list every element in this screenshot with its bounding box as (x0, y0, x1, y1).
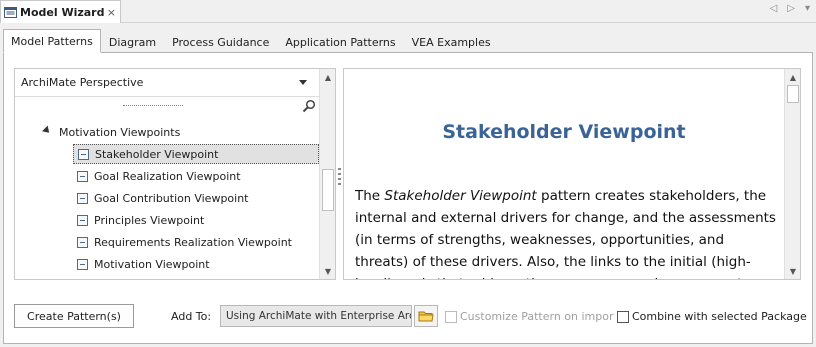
tree-item-label: Goal Realization Viewpoint (94, 169, 241, 183)
tree-group-label: Motivation Viewpoints (59, 125, 181, 139)
folder-icon (418, 311, 434, 322)
tab-navigation: ◁ ▷ ▾ (770, 3, 810, 14)
description-emphasis: Stakeholder Viewpoint (384, 188, 537, 204)
tree-item-principles-viewpoint[interactable]: Principles Viewpoint (73, 210, 319, 230)
pattern-item-icon (77, 192, 88, 204)
add-to-label: Add To: (171, 310, 212, 323)
tab-list-dropdown-icon[interactable]: ▾ (805, 3, 810, 14)
browse-package-button[interactable] (414, 305, 438, 327)
tree-item-label: Principles Viewpoint (94, 213, 205, 227)
pattern-item-icon (77, 258, 88, 270)
tree-item-label: Stakeholder Viewpoint (95, 147, 219, 161)
partially-hidden-tree-row (123, 103, 183, 106)
checkbox-box[interactable] (445, 310, 457, 323)
perspective-value: ArchiMate Perspective (21, 76, 144, 89)
next-tab-icon[interactable]: ▷ (787, 3, 795, 14)
wizard-tabs: Model Patterns Diagram Process Guidance … (3, 29, 499, 53)
scroll-down-icon[interactable]: ▼ (320, 263, 336, 279)
customize-pattern-label: Customize Pattern on import (460, 310, 614, 323)
document-tab-bar: Model Wizard × ◁ ▷ ▾ (0, 0, 816, 23)
previous-tab-icon[interactable]: ◁ (770, 3, 778, 14)
description-intro: The (355, 188, 385, 204)
tree-item-goal-realization-viewpoint[interactable]: Goal Realization Viewpoint (73, 166, 319, 186)
tree-item-goal-contribution-viewpoint[interactable]: Goal Contribution Viewpoint (73, 188, 319, 208)
window-icon (4, 6, 17, 19)
pattern-item-icon (77, 170, 88, 182)
tree-group-motivation-viewpoints[interactable]: Motivation Viewpoints (42, 122, 181, 142)
tree-item-motivation-viewpoint[interactable]: Motivation Viewpoint (73, 254, 319, 274)
scrollbar-thumb[interactable] (322, 169, 334, 211)
scrollbar-thumb[interactable] (787, 85, 799, 103)
window-title: Model Wizard (20, 5, 105, 19)
description-text: The Stakeholder Viewpoint pattern create… (355, 185, 779, 279)
model-wizard-tab[interactable]: Model Wizard × (0, 0, 121, 23)
expand-collapse-icon[interactable] (42, 125, 52, 136)
pattern-description-pane: Stakeholder Viewpoint The Stakeholder Vi… (343, 68, 801, 280)
tree-item-label: Requirements Realization Viewpoint (94, 235, 292, 249)
add-to-field[interactable]: Using ArchiMate with Enterprise Architec… (220, 305, 412, 327)
pattern-tree: Motivation Viewpoints Stakeholder Viewpo… (15, 107, 319, 279)
tree-item-requirements-realization-viewpoint[interactable]: Requirements Realization Viewpoint (73, 232, 319, 252)
dropdown-arrow-icon (299, 80, 307, 85)
tab-application-patterns[interactable]: Application Patterns (277, 32, 403, 53)
tab-model-patterns[interactable]: Model Patterns (3, 29, 101, 53)
tree-item-stakeholder-viewpoint[interactable]: Stakeholder Viewpoint (73, 144, 319, 164)
scroll-up-icon[interactable]: ▲ (785, 69, 800, 85)
tree-item-label: Goal Contribution Viewpoint (94, 191, 249, 205)
description-scrollbar[interactable]: ▲ ▼ (784, 69, 800, 279)
customize-pattern-checkbox[interactable]: Customize Pattern on import (445, 310, 614, 323)
description-title: Stakeholder Viewpoint (442, 121, 686, 143)
pattern-item-icon (78, 148, 89, 160)
checkbox-box[interactable] (617, 310, 629, 323)
tab-process-guidance[interactable]: Process Guidance (164, 32, 277, 53)
scroll-up-icon[interactable]: ▲ (320, 69, 336, 85)
create-patterns-button[interactable]: Create Pattern(s) (14, 304, 134, 328)
tree-item-label: Motivation Viewpoint (94, 257, 210, 271)
close-icon[interactable]: × (107, 6, 116, 19)
pattern-browser: ArchiMate Perspective Motivation Viewpoi… (14, 68, 336, 280)
combine-package-checkbox[interactable]: Combine with selected Package (617, 310, 807, 323)
perspective-dropdown[interactable]: ArchiMate Perspective (15, 69, 319, 97)
pattern-item-icon (77, 214, 88, 226)
tree-scrollbar[interactable]: ▲ ▼ (319, 69, 335, 279)
scroll-down-icon[interactable]: ▼ (785, 263, 800, 279)
tab-vea-examples[interactable]: VEA Examples (404, 32, 499, 53)
combine-package-label: Combine with selected Package (632, 310, 807, 323)
pattern-item-icon (77, 236, 88, 248)
pane-splitter[interactable] (337, 68, 342, 280)
tab-diagram[interactable]: Diagram (101, 32, 164, 53)
